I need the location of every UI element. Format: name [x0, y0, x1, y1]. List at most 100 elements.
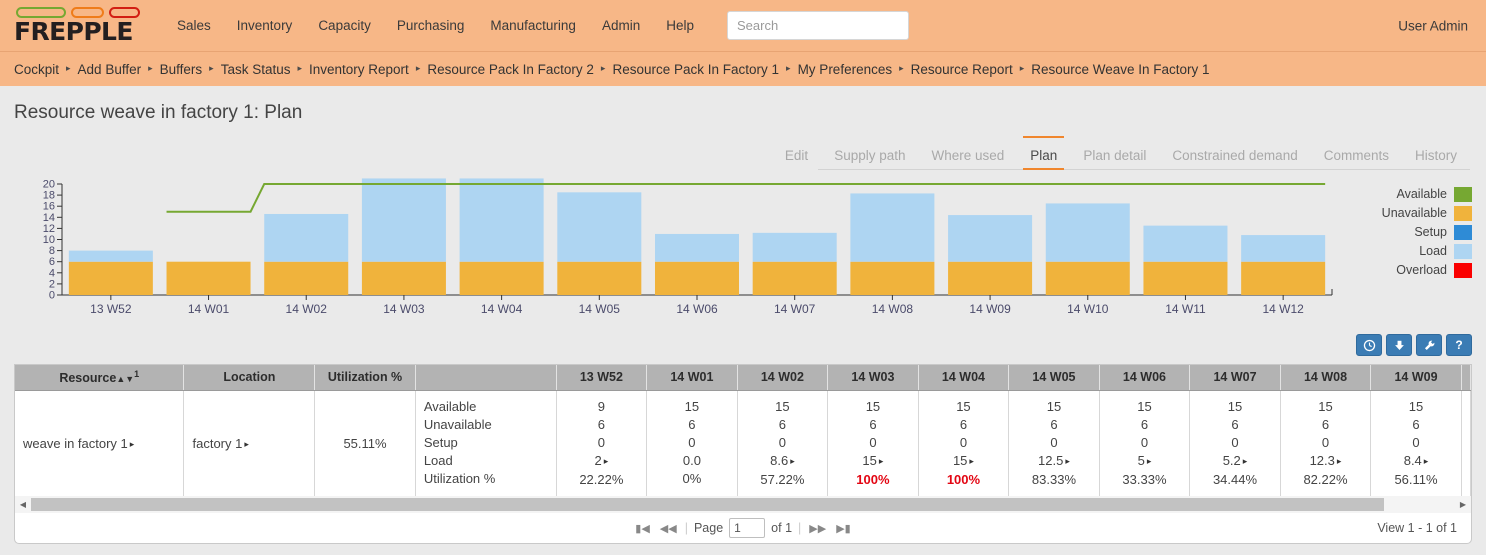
breadcrumb-item-task-status[interactable]: Task Status	[221, 62, 291, 77]
column-header-bucket[interactable]: 14 W03	[827, 365, 919, 391]
value-unavailable: 6	[778, 416, 787, 432]
drilldown-icon[interactable]: ▸	[1243, 456, 1248, 466]
tab-constrained-demand[interactable]: Constrained demand	[1159, 143, 1310, 170]
scrollbar-thumb[interactable]	[31, 498, 1384, 511]
value-load[interactable]: 2 ▸	[565, 452, 639, 471]
next-page-icon[interactable]: ▶▶	[807, 522, 828, 535]
tab-edit[interactable]: Edit	[772, 143, 821, 170]
drilldown-icon[interactable]: ▸	[1065, 456, 1070, 466]
drilldown-icon[interactable]: ▸	[879, 456, 884, 466]
column-header-bucket[interactable]: 14 W04	[918, 365, 1010, 391]
column-header-utilization[interactable]: Utilization %	[314, 365, 416, 391]
clock-icon-button[interactable]	[1356, 334, 1382, 356]
column-header-bucket[interactable]: 14 W06	[1099, 365, 1191, 391]
download-icon-button[interactable]	[1386, 334, 1412, 356]
cell-bucket-values: 15 6 0 12.3 ▸ 82.22%	[1280, 390, 1372, 496]
legend-label: Setup	[1414, 225, 1447, 239]
value-load[interactable]: 12.5 ▸	[1017, 452, 1091, 471]
value-utilization: 33.33%	[1122, 471, 1167, 487]
column-header-bucket[interactable]: 14 W07	[1189, 365, 1281, 391]
drilldown-icon[interactable]: ▸	[1424, 456, 1429, 466]
tab-history[interactable]: History	[1402, 143, 1470, 170]
scroll-right-icon[interactable]: ▶	[1455, 496, 1471, 513]
column-header-bucket[interactable]: 14 W01	[646, 365, 738, 391]
frepple-logo[interactable]: FREPPLE	[14, 6, 142, 45]
wrench-icon-button[interactable]	[1416, 334, 1442, 356]
breadcrumb-item-my-preferences[interactable]: My Preferences	[798, 62, 893, 77]
svg-text:14 W07: 14 W07	[774, 302, 816, 316]
svg-text:14 W04: 14 W04	[481, 302, 523, 316]
legend-item-load: Load	[1382, 243, 1472, 259]
value-available: 15	[865, 398, 881, 414]
value-load[interactable]: 15 ▸	[836, 452, 910, 471]
cell-location[interactable]: factory 1 ▸	[183, 390, 316, 496]
breadcrumb-item-inventory-report[interactable]: Inventory Report	[309, 62, 409, 77]
svg-text:14 W06: 14 W06	[676, 302, 718, 316]
legend-swatch-load	[1454, 243, 1472, 259]
location-name[interactable]: factory 1	[192, 436, 242, 451]
table-row: weave in factory 1 ▸ factory 1 ▸ 55.11% Avail…	[15, 390, 1472, 496]
breadcrumb-item-resource-weave-in-factory-1[interactable]: Resource Weave In Factory 1	[1031, 62, 1209, 77]
tab-where-used[interactable]: Where used	[919, 143, 1018, 170]
value-load[interactable]: 15 ▸	[927, 452, 1001, 471]
nav-item-help[interactable]: Help	[653, 12, 707, 39]
svg-text:2: 2	[49, 278, 55, 290]
nav-item-manufacturing[interactable]: Manufacturing	[477, 12, 589, 39]
tab-plan-detail[interactable]: Plan detail	[1070, 143, 1159, 170]
column-header-bucket[interactable]: 13 W52	[556, 365, 648, 391]
drilldown-icon[interactable]: ▸	[1147, 456, 1152, 466]
value-load[interactable]: 5.2 ▸	[1198, 452, 1272, 471]
cell-bucket-values: 15 6 0 5.2 ▸ 34.44%	[1189, 390, 1281, 496]
first-page-icon[interactable]: ▮◀	[633, 522, 652, 535]
drilldown-icon[interactable]: ▸	[969, 456, 974, 466]
value-load[interactable]: 8.6 ▸	[746, 452, 820, 471]
breadcrumb-item-resource-report[interactable]: Resource Report	[911, 62, 1013, 77]
search-input[interactable]	[726, 11, 909, 40]
column-header-bucket[interactable]: 14 W05	[1008, 365, 1100, 391]
horizontal-scrollbar[interactable]: ◀ ▶	[14, 496, 1472, 513]
cell-resource[interactable]: weave in factory 1 ▸	[15, 390, 185, 496]
drilldown-icon[interactable]: ▸	[790, 456, 795, 466]
tab-comments[interactable]: Comments	[1311, 143, 1402, 170]
help-icon-button[interactable]: ?	[1446, 334, 1472, 356]
tab-plan[interactable]: Plan	[1017, 136, 1070, 170]
page-number-input[interactable]	[729, 518, 766, 538]
value-load[interactable]: 5 ▸	[1108, 452, 1182, 471]
nav-item-inventory[interactable]: Inventory	[224, 12, 306, 39]
search-container	[726, 11, 909, 40]
nav-item-admin[interactable]: Admin	[589, 12, 653, 39]
drilldown-icon[interactable]: ▸	[130, 439, 135, 449]
breadcrumb-item-resource-pack-in-factory-2[interactable]: Resource Pack In Factory 2	[427, 62, 594, 77]
prev-page-icon[interactable]: ◀◀	[658, 522, 679, 535]
last-page-icon[interactable]: ▶▮	[834, 522, 853, 535]
svg-text:14 W02: 14 W02	[286, 302, 328, 316]
column-header-resource[interactable]: Resource▲▼1	[15, 365, 185, 391]
column-header-bucket[interactable]: 14 W09	[1370, 365, 1462, 391]
scroll-left-icon[interactable]: ◀	[15, 496, 31, 513]
drilldown-icon[interactable]: ▸	[1337, 456, 1342, 466]
breadcrumb-item-resource-pack-in-factory-1[interactable]: Resource Pack In Factory 1	[612, 62, 779, 77]
nav-item-purchasing[interactable]: Purchasing	[384, 12, 478, 39]
drilldown-icon[interactable]: ▸	[604, 456, 609, 466]
top-navbar: FREPPLE Sales Inventory Capacity Purchas…	[0, 0, 1486, 51]
nav-item-capacity[interactable]: Capacity	[305, 12, 384, 39]
tab-supply-path[interactable]: Supply path	[821, 143, 918, 170]
cell-bucket-values: 15 6 0 0.0 0%	[646, 390, 738, 496]
column-header-location[interactable]: Location	[183, 365, 316, 391]
plan-table-container: Resource▲▼1 Location Utilization % 13 W5…	[14, 364, 1472, 496]
breadcrumb-item-cockpit[interactable]: Cockpit	[14, 62, 59, 77]
value-load[interactable]: 12.3 ▸	[1289, 452, 1363, 471]
breadcrumb-item-buffers[interactable]: Buffers	[160, 62, 203, 77]
sort-icon[interactable]: ▲▼	[116, 374, 134, 384]
drilldown-icon[interactable]: ▸	[244, 439, 249, 449]
scrollbar-track[interactable]	[31, 498, 1455, 511]
value-load: 0.0	[682, 453, 701, 469]
resource-name[interactable]: weave in factory 1	[23, 436, 128, 451]
nav-item-sales[interactable]: Sales	[164, 12, 224, 39]
value-load[interactable]: 8.4 ▸	[1379, 452, 1453, 471]
breadcrumb-item-add-buffer[interactable]: Add Buffer	[78, 62, 142, 77]
svg-text:14 W03: 14 W03	[383, 302, 425, 316]
column-header-bucket[interactable]: 14 W08	[1280, 365, 1372, 391]
user-menu[interactable]: User Admin	[1398, 18, 1468, 33]
column-header-bucket[interactable]: 14 W02	[737, 365, 829, 391]
